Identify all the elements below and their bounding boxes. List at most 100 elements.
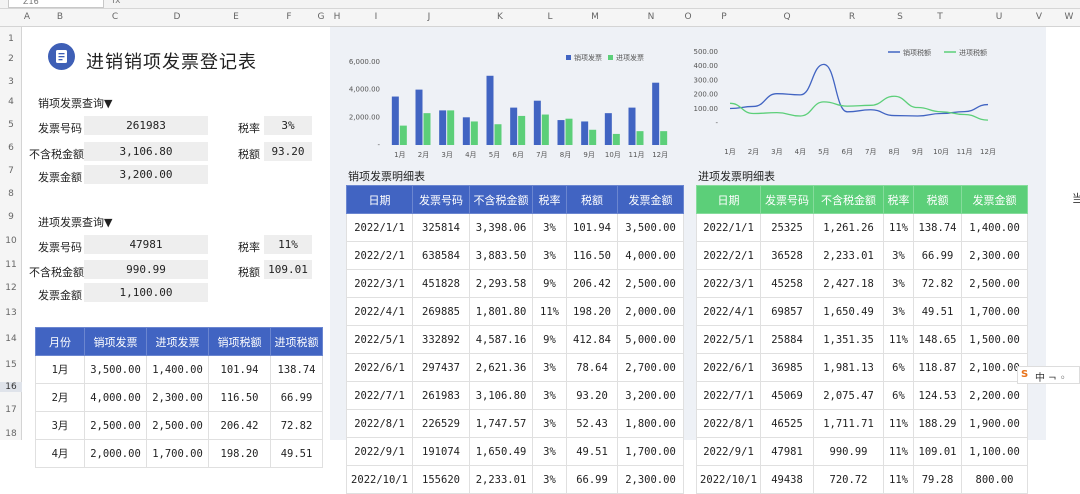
table-cell[interactable]: 1,400.00	[146, 355, 209, 384]
table-cell[interactable]: 66.99	[270, 383, 323, 412]
table-cell[interactable]: 2,500.00	[84, 411, 147, 440]
table-cell[interactable]: 3,500.00	[84, 355, 147, 384]
table-cell[interactable]: 2022/7/1	[696, 381, 761, 410]
table-cell[interactable]: 2022/5/1	[346, 325, 413, 354]
table-cell[interactable]: 2022/2/1	[696, 241, 761, 270]
table-cell[interactable]: 66.99	[913, 241, 962, 270]
row-header[interactable]: 9	[0, 212, 22, 222]
table-cell[interactable]: 118.87	[913, 353, 962, 382]
column-header[interactable]: P	[721, 12, 726, 22]
table-cell[interactable]: 3,398.06	[469, 213, 533, 242]
table-cell[interactable]: 297437	[412, 353, 470, 382]
table-cell[interactable]: 25325	[760, 213, 814, 242]
table-cell[interactable]: 3,500.00	[617, 213, 684, 242]
row-header[interactable]: 15	[0, 360, 22, 370]
table-cell[interactable]: 3%	[532, 465, 567, 494]
table-cell[interactable]: 3%	[883, 297, 914, 326]
table-cell[interactable]: 4,000.00	[617, 241, 684, 270]
table-cell[interactable]: 412.84	[566, 325, 618, 354]
column-header[interactable]: B	[57, 12, 63, 22]
table-cell[interactable]: 3%	[532, 381, 567, 410]
table-cell[interactable]: 2022/2/1	[346, 241, 413, 270]
table-cell[interactable]: 2,000.00	[617, 297, 684, 326]
column-header[interactable]: G	[318, 12, 325, 22]
table-cell[interactable]: 2,293.58	[469, 269, 533, 298]
name-box[interactable]: Z16	[8, 0, 104, 8]
table-cell[interactable]: 2,200.00	[961, 381, 1028, 410]
table-cell[interactable]: 2,075.47	[813, 381, 884, 410]
table-cell[interactable]: 1,100.00	[961, 437, 1028, 466]
table-cell[interactable]: 45069	[760, 381, 814, 410]
table-cell[interactable]: 116.50	[566, 241, 618, 270]
column-header[interactable]: U	[996, 12, 1003, 22]
table-cell[interactable]: 226529	[412, 409, 470, 438]
column-header[interactable]: L	[547, 12, 552, 22]
table-cell[interactable]: 66.99	[566, 465, 618, 494]
table-cell[interactable]: 11%	[883, 465, 914, 494]
table-cell[interactable]: 2022/1/1	[346, 213, 413, 242]
column-header[interactable]: D	[174, 12, 181, 22]
table-cell[interactable]: 11%	[532, 297, 567, 326]
table-cell[interactable]: 2022/9/1	[696, 437, 761, 466]
table-cell[interactable]: 2,500.00	[961, 269, 1028, 298]
row-header[interactable]: 17	[0, 405, 22, 415]
table-cell[interactable]: 25884	[760, 325, 814, 354]
table-cell[interactable]: 2,700.00	[617, 353, 684, 382]
table-cell[interactable]: 1月	[35, 355, 85, 384]
table-cell[interactable]: 4,000.00	[84, 383, 147, 412]
table-cell[interactable]: 1,800.00	[617, 409, 684, 438]
column-header[interactable]: A	[24, 12, 30, 22]
table-cell[interactable]: 9%	[532, 325, 567, 354]
column-header[interactable]: N	[648, 12, 655, 22]
table-cell[interactable]: 3,200.00	[617, 381, 684, 410]
column-header[interactable]: E	[233, 12, 239, 22]
table-cell[interactable]: 3,883.50	[469, 241, 533, 270]
table-cell[interactable]: 2022/7/1	[346, 381, 413, 410]
table-cell[interactable]: 2,300.00	[617, 465, 684, 494]
table-cell[interactable]: 2月	[35, 383, 85, 412]
table-cell[interactable]: 49438	[760, 465, 814, 494]
table-cell[interactable]: 72.82	[270, 411, 323, 440]
table-cell[interactable]: 49.51	[270, 439, 323, 468]
table-cell[interactable]: 2,621.36	[469, 353, 533, 382]
table-cell[interactable]: 3%	[532, 353, 567, 382]
table-cell[interactable]: 1,261.26	[813, 213, 884, 242]
row-header[interactable]: 14	[0, 334, 22, 344]
table-cell[interactable]: 2022/8/1	[346, 409, 413, 438]
table-cell[interactable]: 1,900.00	[961, 409, 1028, 438]
row-header[interactable]: 13	[0, 308, 22, 318]
column-header[interactable]: F	[286, 12, 291, 22]
table-cell[interactable]: 11%	[883, 213, 914, 242]
table-cell[interactable]: 148.65	[913, 325, 962, 354]
table-cell[interactable]: 3%	[883, 241, 914, 270]
column-header[interactable]: R	[849, 12, 855, 22]
table-cell[interactable]: 36985	[760, 353, 814, 382]
table-cell[interactable]: 9%	[532, 269, 567, 298]
table-cell[interactable]: 1,711.71	[813, 409, 884, 438]
table-cell[interactable]: 155620	[412, 465, 470, 494]
table-cell[interactable]: 2022/3/1	[696, 269, 761, 298]
table-cell[interactable]: 2022/1/1	[696, 213, 761, 242]
table-cell[interactable]: 49.51	[913, 297, 962, 326]
table-cell[interactable]: 47981	[760, 437, 814, 466]
table-cell[interactable]: 2,000.00	[84, 439, 147, 468]
table-cell[interactable]: 11%	[883, 409, 914, 438]
table-cell[interactable]: 206.42	[208, 411, 271, 440]
table-cell[interactable]: 2,233.01	[813, 241, 884, 270]
column-header[interactable]: J	[428, 12, 431, 22]
table-cell[interactable]: 78.64	[566, 353, 618, 382]
purchase-query-heading[interactable]: 进项发票查询▼	[38, 214, 112, 230]
row-header[interactable]: 8	[0, 189, 22, 199]
table-cell[interactable]: 2,500.00	[617, 269, 684, 298]
table-cell[interactable]: 93.20	[566, 381, 618, 410]
table-cell[interactable]: 45258	[760, 269, 814, 298]
table-cell[interactable]: 49.51	[566, 437, 618, 466]
fx-icon[interactable]: fx	[112, 0, 162, 8]
sales-query-heading[interactable]: 销项发票查询▼	[38, 95, 112, 111]
table-cell[interactable]: 3%	[883, 269, 914, 298]
table-cell[interactable]: 990.99	[813, 437, 884, 466]
column-header[interactable]: H	[334, 12, 341, 22]
table-cell[interactable]: 1,650.49	[813, 297, 884, 326]
table-cell[interactable]: 198.20	[566, 297, 618, 326]
table-cell[interactable]: 2022/5/1	[696, 325, 761, 354]
